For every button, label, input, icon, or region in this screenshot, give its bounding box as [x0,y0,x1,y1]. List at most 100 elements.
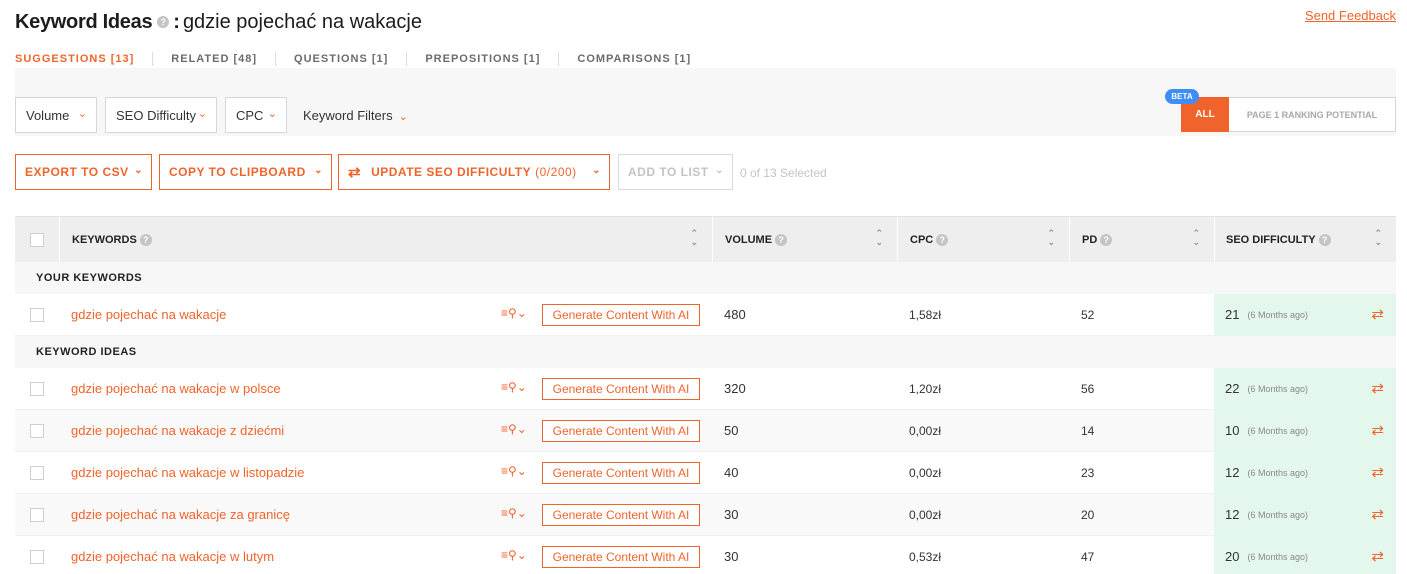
serp-analysis-icon[interactable]: ≡⚲⌄ [501,422,527,436]
updated-ago: (6 Months ago) [1247,551,1308,562]
export-csv-button[interactable]: EXPORT TO CSV ⌄ [15,154,152,190]
tab-divider [275,52,277,66]
volume-cell: 320 [724,381,746,396]
volume-cell: 30 [724,549,739,564]
cpc-cell: 1,20zł [909,381,942,396]
generate-content-button[interactable]: Generate Content With AI [542,503,700,526]
updated-ago: (6 Months ago) [1247,383,1308,394]
volume-filter-dropdown[interactable]: Volume ⌄ [15,97,97,133]
refresh-icon[interactable]: ⇄ [1371,305,1384,323]
keyword-link[interactable]: gdzie pojechać na wakacje w listopadzie [71,465,304,480]
tab-suggestions[interactable]: SUGGESTIONS [13] [15,53,134,65]
update-seo-difficulty-button[interactable]: ⇄ UPDATE SEO DIFFICULTY (0/200) ⌄ [338,154,610,190]
keyword-filters-dropdown[interactable]: Keyword Filters ⌄ [303,108,408,123]
keywords-column-label: KEYWORDS [72,233,137,246]
seo-difficulty-cell: 22 (6 Months ago) ⇄ [1214,367,1396,410]
tab-divider [152,52,154,66]
sort-icon[interactable]: ⌃ ⌄ [1374,229,1382,247]
seo-difficulty-value: 21 [1225,307,1240,322]
generate-content-button[interactable]: Generate Content With AI [542,303,700,326]
cpc-filter-dropdown[interactable]: CPC ⌄ [225,97,287,133]
sort-icon[interactable]: ⌃ ⌄ [1192,229,1200,247]
pd-column-header[interactable]: PD ? ⌃ ⌄ [1069,217,1214,262]
generate-content-button[interactable]: Generate Content With AI [542,461,700,484]
tab-comparisons[interactable]: COMPARISONS [1] [577,53,691,65]
keyword-link[interactable]: gdzie pojechać na wakacje w lutym [71,549,274,564]
row-checkbox[interactable] [30,507,44,522]
generate-content-button[interactable]: Generate Content With AI [542,545,700,568]
tab-related[interactable]: RELATED [48] [171,53,257,65]
cpc-cell: 0,53zł [909,549,942,564]
refresh-icon[interactable]: ⇄ [1371,379,1384,397]
seo-difficulty-value: 22 [1225,381,1240,396]
help-icon[interactable]: ? [139,233,152,246]
serp-analysis-icon[interactable]: ≡⚲⌄ [501,464,527,478]
tab-questions[interactable]: QUESTIONS [1] [294,53,388,65]
cpc-filter-label: CPC [236,107,264,123]
keyword-link[interactable]: gdzie pojechać na wakacje [71,307,226,322]
help-icon[interactable]: ? [775,233,788,246]
serp-analysis-icon[interactable]: ≡⚲⌄ [501,306,527,320]
chevron-down-icon: ⌄ [197,108,207,120]
add-to-list-button[interactable]: ADD TO LIST ⌄ [618,154,733,190]
serp-analysis-icon[interactable]: ≡⚲⌄ [501,380,527,394]
tab-divider [558,52,560,66]
row-checkbox[interactable] [30,423,44,438]
copy-clipboard-button[interactable]: COPY TO CLIPBOARD ⌄ [159,154,332,190]
row-checkbox[interactable] [30,465,44,480]
pd-cell: 23 [1081,465,1095,480]
keywords-column-header[interactable]: KEYWORDS ? ⌃ ⌄ [59,217,712,262]
table-row: gdzie pojechać na wakacje ≡⚲⌄ Generate C… [15,293,1396,336]
cpc-column-label: CPC [910,233,934,246]
tab-prepositions[interactable]: PREPOSITIONS [1] [425,53,540,65]
row-checkbox-cell [15,549,59,564]
refresh-icon[interactable]: ⇄ [1371,505,1384,523]
keyword-cell: gdzie pojechać na wakacje ≡⚲⌄ Generate C… [59,294,712,336]
copy-clipboard-label: COPY TO CLIPBOARD [169,165,306,179]
help-icon[interactable]: ? [157,16,170,28]
seo-difficulty-filter-dropdown[interactable]: SEO Difficulty ⌄ [105,97,217,133]
keyword-link[interactable]: gdzie pojechać na wakacje w polsce [71,381,281,396]
pd-cell: 56 [1081,381,1095,396]
tab-bar: SUGGESTIONS [13] RELATED [48] QUESTIONS … [15,52,691,66]
keyword-cell: gdzie pojechać na wakacje z dziećmi ≡⚲⌄ … [59,410,712,452]
row-checkbox[interactable] [30,549,44,564]
sort-icon[interactable]: ⌃ ⌄ [1047,229,1055,247]
row-checkbox[interactable] [30,381,44,396]
volume-cell: 480 [724,307,746,322]
select-all-checkbox[interactable] [30,232,44,247]
row-checkbox[interactable] [30,307,44,322]
row-checkbox-cell [15,465,59,480]
keyword-link[interactable]: gdzie pojechać na wakacje z dziećmi [71,423,284,438]
sort-icon[interactable]: ⌃ ⌄ [875,229,883,247]
keyword-link[interactable]: gdzie pojechać na wakacje za granicę [71,507,290,522]
volume-cell: 50 [724,423,739,438]
beta-badge: BETA [1165,89,1199,104]
refresh-icon[interactable]: ⇄ [1371,421,1384,439]
chevron-down-icon: ⌄ [77,108,87,120]
add-to-list-label: ADD TO LIST [628,165,709,179]
row-checkbox-cell [15,381,59,396]
seo-difficulty-cell: 10 (6 Months ago) ⇄ [1214,409,1396,452]
volume-column-header[interactable]: VOLUME ? ⌃ ⌄ [712,217,897,262]
pd-cell: 20 [1081,507,1095,522]
chevron-down-icon: ⌄ [267,108,277,120]
refresh-icon[interactable]: ⇄ [1371,547,1384,565]
serp-analysis-icon[interactable]: ≡⚲⌄ [501,506,527,520]
seo-difficulty-column-header[interactable]: SEO DIFFICULTY ? ⌃ ⌄ [1214,217,1396,262]
help-icon[interactable]: ? [936,233,949,246]
send-feedback-link[interactable]: Send Feedback [1305,8,1396,23]
chevron-down-icon: ⌄ [134,165,143,176]
generate-content-button[interactable]: Generate Content With AI [542,377,700,400]
page1-ranking-potential-button[interactable]: PAGE 1 RANKING POTENTIAL [1229,97,1396,132]
help-icon[interactable]: ? [1100,233,1113,246]
cpc-column-header[interactable]: CPC ? ⌃ ⌄ [897,217,1069,262]
generate-content-button[interactable]: Generate Content With AI [542,419,700,442]
title-colon: : [173,10,180,33]
help-icon[interactable]: ? [1318,233,1331,246]
refresh-icon[interactable]: ⇄ [1371,463,1384,481]
chevron-down-icon: ⌄ [715,165,724,176]
keyword-cell: gdzie pojechać na wakacje za granicę ≡⚲⌄… [59,494,712,536]
serp-analysis-icon[interactable]: ≡⚲⌄ [501,548,527,562]
sort-icon[interactable]: ⌃ ⌄ [690,229,698,247]
